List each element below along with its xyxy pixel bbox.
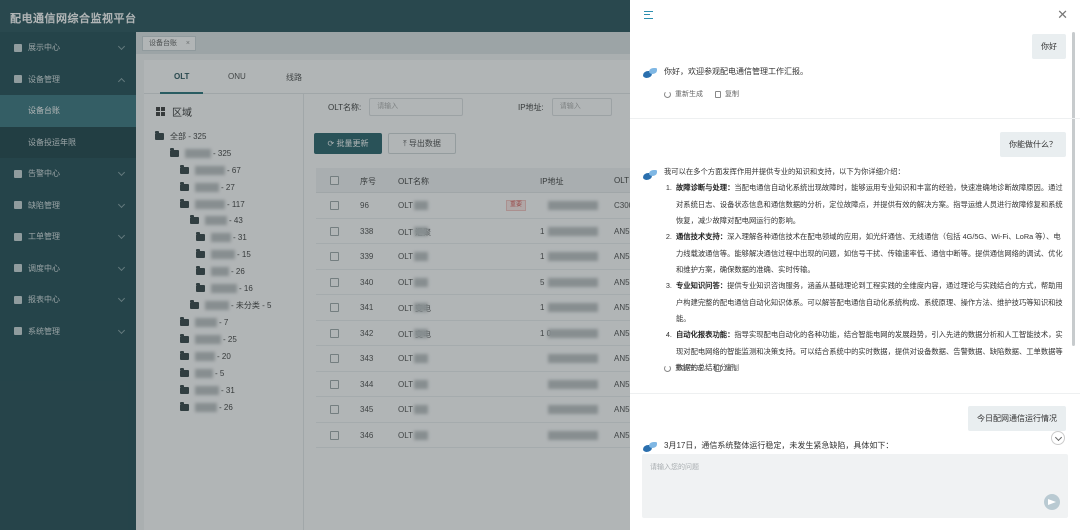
divider — [630, 118, 1080, 119]
list-item: 通信技术支持：深入理解各种通信技术在配电领域的应用，如光纤通信、无线通信（包括 … — [674, 229, 1066, 278]
user-message: 你能做什么？ — [1000, 132, 1066, 157]
copy-label: 复制 — [725, 91, 739, 98]
message-actions: 重新生成 复制 — [664, 363, 739, 373]
user-message: 你好 — [1032, 34, 1066, 59]
divider — [630, 393, 1080, 394]
refresh-icon — [664, 364, 671, 372]
send-button[interactable] — [1044, 494, 1060, 510]
chat-scrollbar[interactable] — [1072, 32, 1075, 346]
assistant-message: 3月17日，通信系统整体运行稳定，未发生紧急缺陷，具体如下： — [664, 441, 894, 450]
copy-icon — [715, 364, 721, 372]
message-actions: 重新生成 复制 — [664, 89, 739, 99]
assistant-message-capabilities: 我可以在多个方面发挥作用并提供专业的知识和支持，以下为你详细介绍： 故障诊断与处… — [664, 164, 1066, 376]
menu-icon[interactable] — [644, 11, 653, 19]
user-message: 今日配网通信运行情况 — [968, 406, 1066, 431]
assistant-avatar-icon — [642, 68, 658, 80]
copy-icon — [715, 90, 721, 98]
ai-assistant-panel: ✕ 你好 你好，欢迎参观配电通信管理工作汇报。 重新生成 复制 你能做什么？ 我… — [630, 0, 1080, 530]
assistant-avatar-icon — [642, 442, 658, 454]
copy-button[interactable]: 复制 — [715, 363, 739, 373]
modal-overlay[interactable] — [0, 0, 630, 530]
assistant-avatar-icon — [642, 170, 658, 182]
regenerate-label: 重新生成 — [675, 91, 703, 98]
regenerate-label: 重新生成 — [675, 365, 703, 372]
regenerate-button[interactable]: 重新生成 — [664, 89, 703, 99]
copy-button[interactable]: 复制 — [715, 89, 739, 99]
capabilities-list: 故障诊断与处理：当配电通信自动化系统出现故障时，能够运用专业知识和丰富的经验，快… — [664, 180, 1066, 376]
scroll-down-button[interactable] — [1051, 431, 1065, 445]
list-item: 专业知识问答：提供专业知识咨询服务，涵盖从基础理论到工程实践的全维度内容，通过理… — [674, 278, 1066, 327]
copy-label: 复制 — [725, 365, 739, 372]
chat-input-placeholder: 请输入您的问题 — [650, 464, 699, 471]
capabilities-intro: 我可以在多个方面发挥作用并提供专业的知识和支持，以下为你详细介绍： — [664, 167, 905, 176]
chat-input[interactable]: 请输入您的问题 — [642, 454, 1068, 518]
list-item: 故障诊断与处理：当配电通信自动化系统出现故障时，能够运用专业知识和丰富的经验，快… — [674, 180, 1066, 229]
close-icon[interactable]: ✕ — [1057, 8, 1068, 21]
refresh-icon — [664, 90, 671, 98]
regenerate-button[interactable]: 重新生成 — [664, 363, 703, 373]
assistant-message: 你好，欢迎参观配电通信管理工作汇报。 — [664, 67, 808, 76]
